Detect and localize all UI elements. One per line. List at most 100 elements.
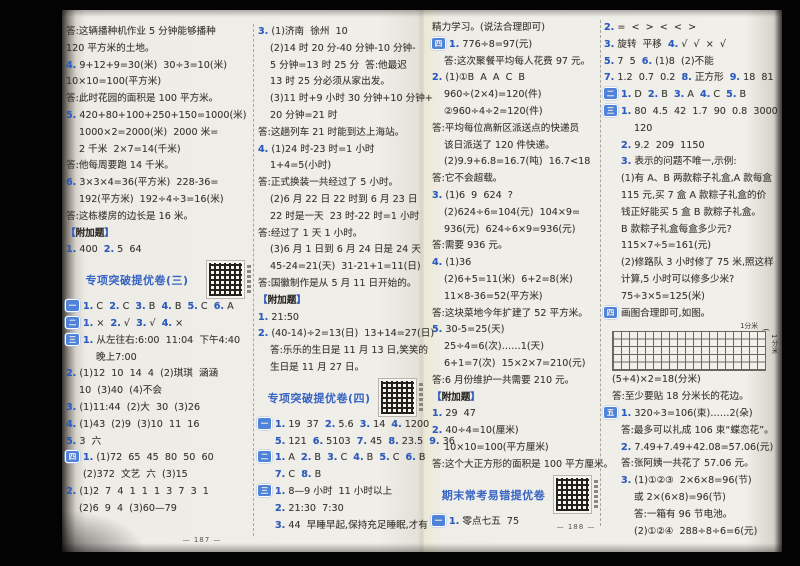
answer-line: 四 1. (1)72 65 45 80 50 60 [66, 450, 252, 467]
answer-line: (2)①②④ 288÷8÷6=6(元) [604, 524, 780, 541]
answer-text: (2)①②④ 288÷8÷6=6(元) [634, 525, 758, 537]
answer-line: 答:需要 936 元。 [432, 238, 599, 255]
answer-text: (1)72 65 45 80 50 60 [93, 452, 214, 464]
answer-number: 1. [83, 301, 94, 313]
answer-text: 答:一箱有 96 节电池。 [634, 508, 733, 520]
answer-line: 3. (1)①②③ 2×6×8=96(节) [604, 473, 780, 490]
answer-text: 115 元,买 7 盒 A 款粽子礼盒的价 [621, 189, 767, 201]
answer-line: 答:它不会超载。 [432, 171, 599, 188]
qr-code-icon [554, 475, 598, 513]
answer-number: 1. [449, 38, 460, 50]
answer-line: 2. (40-14)÷2=13(日) 13+14=27(日) [258, 326, 434, 343]
answer-text: √ [120, 317, 137, 329]
answer-text: 5 分钟=13 时 25 分 答:他最迟 [270, 59, 407, 71]
answer-number: 3. [327, 452, 338, 464]
answer-text: × [172, 317, 184, 329]
answer-number: 1. [621, 105, 632, 117]
answer-text: (3)11 时+9 小时 30 分钟+10 分钟+ [270, 93, 433, 105]
answer-text: 45-24=21(天) 31-21+1=11(日) [270, 261, 421, 273]
answer-line: 11×8-36=52(平方米) [432, 289, 599, 306]
answer-line: 三 1. 80 4.5 42 1.7 90 0.8 3000 [604, 104, 780, 121]
answer-text: C [285, 469, 302, 481]
answer-number: 3. [136, 317, 147, 329]
answer-text: A [224, 301, 234, 313]
answer-line: 三 1. 从左往右:6:00 11:04 下午4:40 [66, 333, 252, 350]
answer-text: 钱正好能买 5 盒 B 款粽子礼盒。 [621, 206, 762, 218]
answer-number: 2. [432, 72, 443, 84]
answer-text: 40÷4=10(厘米) [442, 425, 519, 437]
section-header-title: 期末常考易错提优卷 [441, 488, 546, 502]
answer-number: 4. [66, 418, 77, 430]
answer-line: 45-24=21(天) 31-21+1=11(日) [258, 259, 424, 276]
answer-line: 10×10=100(平方米) [66, 74, 252, 91]
answer-line: 5. 7 5 6. (1)8 (2)不能 [604, 54, 780, 71]
answer-text: B [311, 452, 328, 464]
answer-line: 2. 21:30 7:30 [258, 501, 424, 518]
answer-line: 【附加题】 [432, 390, 599, 407]
answer-line: 2. (1)2 7 4 1 1 1 3 7 3 1 [66, 484, 252, 501]
answer-line: 答:张阿姨一共花了 57.06 元。 [604, 456, 780, 473]
answer-number: 4. [161, 301, 172, 313]
answer-line: 2. (1)12 10 14 4 (2)琪琪 涵涵 [66, 366, 252, 383]
answer-text: 旋转 平移 [614, 38, 668, 50]
answer-line: 5. 3 六 [66, 434, 252, 451]
answer-text: 11×8-36=52(平方米) [444, 290, 543, 302]
answer-text: (1)12 10 14 4 (2)琪琪 涵涵 [76, 368, 219, 380]
answer-text: A [285, 452, 302, 464]
answer-number: 1. [66, 244, 77, 256]
answer-line: 1000×2=2000(米) 2000 米= [66, 125, 252, 142]
answer-text: 或 2×(6×8)=96(节) [634, 491, 726, 503]
answer-number: 2. [647, 89, 659, 101]
answer-text: 答:乐乐的生日是 11 月 13 日,笑笑的 [270, 345, 429, 357]
answer-number: 2. [621, 139, 632, 151]
answer-line: (2)6 月 22 日 22 时到 6 月 23 日 [258, 192, 424, 209]
answer-text: (3)6 月 1 日到 6 月 24 日是 24 天 [270, 244, 421, 256]
answer-line: 2. 9.2 209 1150 [604, 138, 780, 155]
answer-line: 精力学习。(说法合理即可) [432, 20, 599, 37]
answer-number: 6. [66, 177, 77, 189]
answer-line: 二 1. × 2. √ 3. √ 4. × [66, 316, 252, 333]
answer-number: 4. [667, 38, 679, 50]
answer-line: 120 平方米的土地。 [66, 41, 252, 58]
answer-text: 29 47 [442, 408, 476, 420]
answer-number: 3. [604, 38, 615, 50]
answer-number: 5. [187, 301, 198, 313]
answer-text: 75÷3×5=125(米) [621, 290, 705, 302]
answer-line: 20 分钟=21 时 [258, 108, 424, 125]
answer-line: 960÷(2×4)=120(件) [432, 87, 599, 104]
page-number-right: — 188 — [556, 523, 596, 531]
answer-text: (1)济南 徐州 10 [268, 26, 348, 37]
answer-text: 121 [285, 435, 313, 447]
answer-number: 3. [673, 89, 685, 101]
answer-column-2: 3. (1)济南 徐州 10 (2)14 时 20 分-40 分钟-10 分钟- 5… [258, 24, 455, 534]
answer-number: 5. [66, 109, 77, 121]
answer-text: (2)9.9+6.8=16.7(吨) 16.7<18 [444, 156, 591, 168]
answer-text: 14 [370, 418, 392, 430]
answer-line: 6+1=7(次) 15×2×7=210(元) [432, 356, 599, 373]
answer-line: 1. 400 2. 5 64 [66, 242, 252, 259]
qr-code-icon [379, 378, 423, 416]
section-header-title: 专项突破提优卷(四) [267, 391, 371, 405]
answer-column-1: 答:这辆播种机作业 5 分钟能够播种 120 平方米的土地。 4. 9+12+9=3… [66, 24, 252, 518]
answer-text: (1)有 A、B 两款粽子礼盒,A 款每盒 [621, 173, 773, 185]
answer-number: 3. [432, 189, 443, 201]
answer-line: 3. 表示的问题不唯一,示例: [604, 154, 780, 171]
answer-text: (2)修路队 3 小时修了 75 米,照这样 [621, 257, 774, 269]
answer-number: 1. [83, 317, 94, 329]
answer-text: 960÷(2×4)=120(件) [444, 89, 542, 101]
answer-line: 936(元) 624÷6×9=936(元) [432, 222, 599, 239]
answer-text: 7.49+7.49+42.08=57.06(元) [631, 441, 774, 453]
answer-number: 7. [275, 469, 286, 481]
answer-line: 五 1. 320÷3=106(束)……2(朵) [604, 406, 780, 423]
answer-text: C [119, 301, 136, 313]
answer-line: 答:这趟列车 21 时能到达上海站。 [258, 125, 424, 142]
answer-text: 【 [258, 294, 268, 306]
answer-line: 2. 40÷4=10(厘米) [432, 423, 599, 440]
answer-number: 5. [275, 435, 286, 447]
answer-line: 3. (1)6 9 624 ? [432, 188, 599, 205]
grid-paper [612, 331, 766, 372]
answer-line: 答:经过了 1 天 1 小时。 [258, 226, 424, 243]
section-marker-box: 三 [258, 484, 271, 496]
answer-number: 4. [699, 89, 711, 101]
answer-line: 115×7÷5=161(元) [604, 238, 780, 255]
